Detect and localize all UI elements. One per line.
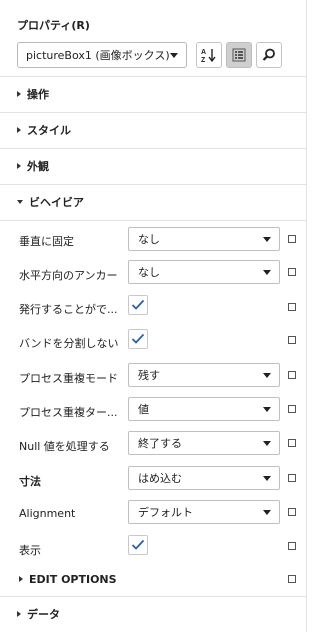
binding-marker-icon[interactable] bbox=[288, 439, 296, 447]
divider bbox=[0, 112, 306, 113]
expand-arrow-icon bbox=[17, 163, 21, 169]
dropdown-value: 残す bbox=[138, 369, 160, 382]
dropdown-value: 終了する bbox=[138, 437, 182, 450]
chevron-down-icon bbox=[263, 373, 271, 378]
checkmark-icon bbox=[131, 299, 145, 310]
dropdown-value: 値 bbox=[138, 403, 149, 416]
property-label: Alignment bbox=[19, 507, 76, 520]
property-label: 水平方向のアンカー bbox=[19, 269, 118, 282]
horizontal-anchor-dropdown[interactable]: なし bbox=[128, 260, 280, 284]
sort-alphabetical-button[interactable]: A Z bbox=[196, 42, 222, 68]
vertical-anchor-dropdown[interactable]: なし bbox=[128, 227, 280, 251]
divider bbox=[0, 76, 306, 77]
category-behavior[interactable]: ビヘイビア bbox=[17, 193, 84, 211]
divider bbox=[0, 148, 306, 149]
category-label: ビヘイビア bbox=[29, 196, 84, 209]
property-label: 発行することがで... bbox=[19, 303, 118, 316]
panel-title: プロパティ(R) bbox=[17, 19, 90, 32]
process-null-values-dropdown[interactable]: 終了する bbox=[128, 431, 280, 455]
category-appearance[interactable]: 外観 bbox=[17, 157, 49, 175]
binding-marker-icon[interactable] bbox=[288, 268, 296, 276]
category-label: データ bbox=[27, 608, 60, 621]
subgroup-label: EDIT OPTIONS bbox=[29, 572, 117, 586]
properties-panel: プロパティ(R) pictureBox1 (画像ボックス) A Z 操作 スタイ… bbox=[0, 0, 314, 632]
dropdown-value: なし bbox=[138, 233, 160, 246]
process-duplicates-target-dropdown[interactable]: 値 bbox=[128, 397, 280, 421]
can-publish-checkbox[interactable] bbox=[128, 295, 148, 315]
property-label: Null 値を処理する bbox=[19, 440, 110, 453]
binding-marker-icon[interactable] bbox=[288, 508, 296, 516]
sizing-dropdown[interactable]: はめ込む bbox=[128, 466, 280, 490]
chevron-down-icon bbox=[263, 510, 271, 515]
subgroup-edit-options[interactable]: EDIT OPTIONS bbox=[19, 570, 117, 588]
binding-marker-icon[interactable] bbox=[288, 336, 296, 344]
chevron-down-icon bbox=[263, 441, 271, 446]
binding-marker-icon[interactable] bbox=[288, 474, 296, 482]
checkmark-icon bbox=[131, 539, 145, 550]
binding-marker-icon[interactable] bbox=[288, 542, 296, 550]
collapse-arrow-icon bbox=[17, 200, 23, 204]
binding-marker-icon[interactable] bbox=[288, 371, 296, 379]
category-label: スタイル bbox=[27, 124, 71, 137]
panel-border bbox=[306, 0, 307, 632]
search-icon bbox=[262, 48, 275, 61]
category-label: 操作 bbox=[27, 88, 49, 101]
expand-arrow-icon bbox=[19, 576, 23, 582]
expand-arrow-icon bbox=[17, 127, 21, 133]
dropdown-value: デフォルト bbox=[138, 506, 193, 519]
divider bbox=[0, 220, 306, 221]
chevron-down-icon bbox=[170, 53, 178, 58]
dropdown-value: はめ込む bbox=[138, 472, 182, 485]
expand-arrow-icon bbox=[17, 91, 21, 97]
divider bbox=[0, 596, 306, 597]
chevron-down-icon bbox=[263, 270, 271, 275]
category-style[interactable]: スタイル bbox=[17, 121, 71, 139]
categorized-view-button[interactable] bbox=[226, 42, 252, 68]
svg-text:Z: Z bbox=[201, 57, 206, 64]
property-label: バンドを分割しない bbox=[19, 337, 119, 350]
process-duplicates-mode-dropdown[interactable]: 残す bbox=[128, 363, 280, 387]
object-selector[interactable]: pictureBox1 (画像ボックス) bbox=[17, 42, 187, 68]
category-data[interactable]: データ bbox=[17, 605, 60, 623]
chevron-down-icon bbox=[263, 407, 271, 412]
binding-marker-icon[interactable] bbox=[288, 575, 296, 583]
keep-together-checkbox[interactable] bbox=[128, 329, 148, 349]
checkmark-icon bbox=[131, 333, 145, 344]
alignment-dropdown[interactable]: デフォルト bbox=[128, 500, 280, 524]
svg-text:A: A bbox=[201, 49, 206, 56]
property-label: プロセス重複モード bbox=[19, 372, 118, 385]
dropdown-value: なし bbox=[138, 266, 160, 279]
visible-checkbox[interactable] bbox=[128, 535, 148, 555]
property-label: 垂直に固定 bbox=[19, 235, 74, 248]
object-selector-value: pictureBox1 (画像ボックス) bbox=[26, 49, 170, 62]
property-label: プロセス重複ター... bbox=[19, 406, 118, 419]
chevron-down-icon bbox=[263, 476, 271, 481]
divider bbox=[0, 184, 306, 185]
category-label: 外観 bbox=[27, 160, 49, 173]
sort-alphabetical-icon: A Z bbox=[201, 49, 216, 64]
expand-arrow-icon bbox=[17, 611, 21, 617]
binding-marker-icon[interactable] bbox=[288, 303, 296, 311]
binding-marker-icon[interactable] bbox=[288, 235, 296, 243]
search-button[interactable] bbox=[256, 42, 282, 68]
property-label: 寸法 bbox=[19, 475, 41, 488]
property-label: 表示 bbox=[19, 544, 41, 557]
binding-marker-icon[interactable] bbox=[288, 405, 296, 413]
category-operation[interactable]: 操作 bbox=[17, 85, 49, 103]
categorized-list-icon bbox=[232, 48, 246, 62]
chevron-down-icon bbox=[263, 237, 271, 242]
